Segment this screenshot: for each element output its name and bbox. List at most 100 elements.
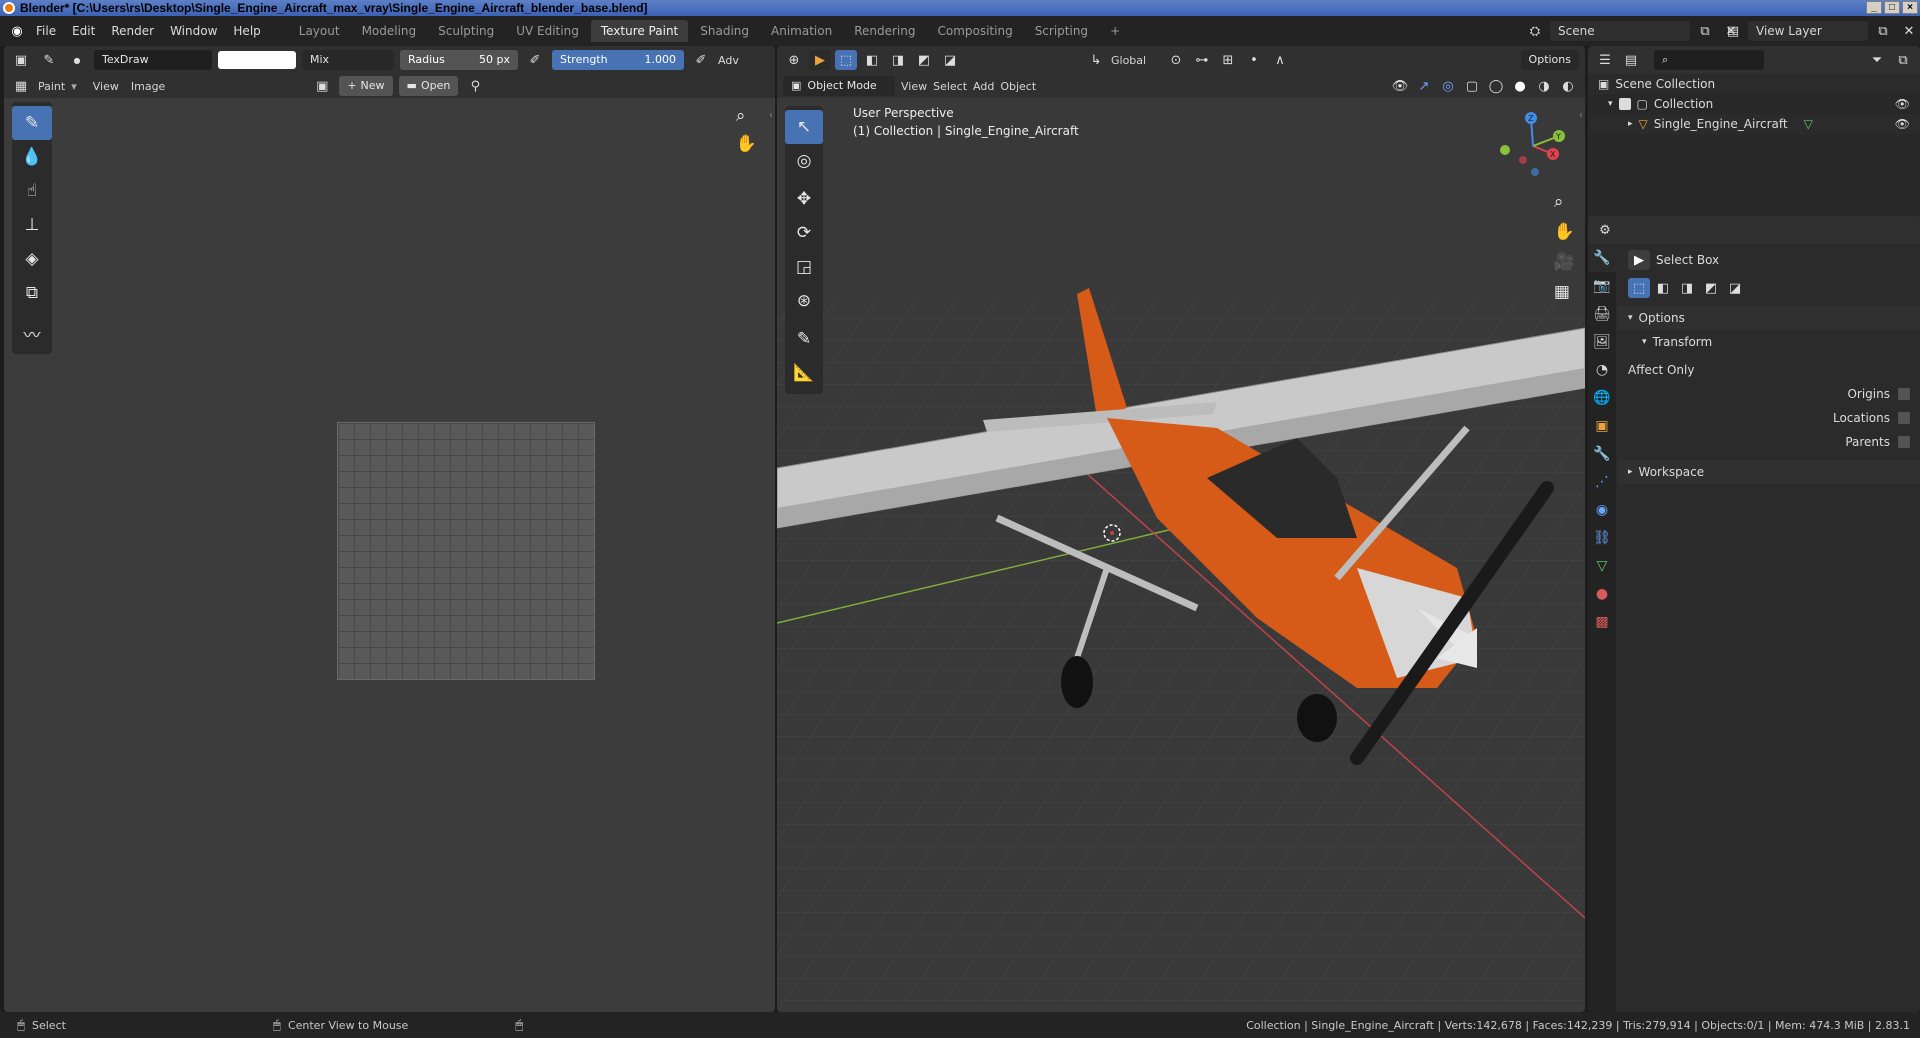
output-tab-icon[interactable]: 🖨	[1588, 300, 1616, 328]
transform-tool-icon[interactable]: ⊛	[785, 284, 823, 318]
gizmo-neg-x-icon[interactable]	[1519, 156, 1527, 164]
brush-name-field[interactable]: TexDraw	[94, 50, 212, 70]
scene-icon[interactable]: ⛭	[1524, 21, 1546, 41]
view-layer-tab-icon[interactable]: 🖼	[1588, 328, 1616, 356]
open-image-button[interactable]: ▬ Open	[398, 76, 459, 96]
viewport-menu-view[interactable]: View	[901, 80, 927, 93]
image-browse-icon[interactable]: ▣	[311, 76, 333, 96]
falloff-icon[interactable]: ∧	[1269, 50, 1291, 70]
mode-new-icon[interactable]: ⬚	[1628, 278, 1650, 298]
clone-tool-icon[interactable]: ⊥	[12, 208, 52, 242]
visibility-eye-icon[interactable]: 👁	[1895, 97, 1910, 111]
zoom-icon[interactable]: ⌕	[1554, 192, 1575, 212]
collection-checkbox[interactable]	[1618, 98, 1631, 110]
outliner-row-object[interactable]: ▸ ▽ Single_Engine_Aircraft ▽ 👁	[1588, 114, 1920, 134]
pivot-icon[interactable]: ⊙	[1165, 50, 1187, 70]
select-subtract-icon[interactable]: ◨	[887, 50, 909, 70]
new-image-button[interactable]: + New	[339, 76, 393, 96]
data-tab-icon[interactable]: ▽	[1588, 552, 1616, 580]
transform-orientation-select[interactable]: Global	[1111, 54, 1161, 67]
minimize-button[interactable]: _	[1866, 1, 1882, 14]
expand-arrow-icon[interactable]: ▸	[1628, 119, 1633, 129]
delete-view-layer-icon[interactable]: ✕	[1898, 21, 1920, 41]
collapse-sidebar-icon[interactable]: ‹	[1579, 110, 1583, 121]
select-invert-icon[interactable]: ◩	[913, 50, 935, 70]
tab-layout[interactable]: Layout	[289, 20, 350, 42]
collapse-sidebar-icon[interactable]: ‹	[769, 110, 773, 121]
rendered-shading-icon[interactable]: ◐	[1557, 76, 1579, 96]
particles-tab-icon[interactable]: ⋰	[1588, 468, 1616, 496]
select-intersect-icon[interactable]: ◪	[939, 50, 961, 70]
outliner-editor-type-icon[interactable]: ☰	[1594, 50, 1616, 70]
radius-pressure-icon[interactable]: ✐	[524, 50, 546, 70]
rotate-tool-icon[interactable]: ⟳	[785, 216, 823, 250]
material-tab-icon[interactable]: ●	[1588, 580, 1616, 608]
pan-hand-icon[interactable]: ✋	[736, 134, 757, 154]
constraints-tab-icon[interactable]: ⛓	[1588, 524, 1616, 552]
viewport-menu-object[interactable]: Object	[1000, 80, 1036, 93]
wireframe-shading-icon[interactable]: ◯	[1485, 76, 1507, 96]
maximize-button[interactable]: □	[1884, 1, 1900, 14]
menu-image[interactable]: Image	[131, 80, 165, 93]
camera-icon[interactable]: 🎥	[1554, 252, 1575, 272]
world-tab-icon[interactable]: 🌐	[1588, 384, 1616, 412]
zoom-icon[interactable]: ⌕	[736, 106, 757, 126]
object-tab-icon[interactable]: ▣	[1588, 412, 1616, 440]
blend-mode-select[interactable]: Mix	[302, 50, 394, 70]
transform-subpanel-header[interactable]: ▾ Transform	[1618, 330, 1920, 354]
tab-shading[interactable]: Shading	[690, 20, 759, 42]
view-layer-icon[interactable]: ▤	[1722, 21, 1744, 41]
mask-tool-icon[interactable]: ⧉	[12, 276, 52, 310]
brush-icon[interactable]: ✎	[38, 50, 60, 70]
outliner-row-collection[interactable]: ▾ ▢ Collection 👁	[1588, 94, 1920, 114]
tab-uv-editing[interactable]: UV Editing	[506, 20, 589, 42]
add-workspace-button[interactable]: +	[1100, 20, 1130, 42]
tab-sculpting[interactable]: Sculpting	[428, 20, 504, 42]
cursor-tool-icon[interactable]: ◎	[785, 144, 823, 178]
tab-modeling[interactable]: Modeling	[352, 20, 427, 42]
menu-help[interactable]: Help	[225, 24, 268, 38]
select-box-icon[interactable]: ▶	[1628, 250, 1650, 270]
gizmo-neg-z-icon[interactable]	[1531, 168, 1539, 176]
image-canvas[interactable]	[337, 422, 595, 680]
expand-arrow-icon[interactable]: ▾	[1608, 99, 1613, 109]
material-shading-icon[interactable]: ◑	[1533, 76, 1555, 96]
outliner-row-scene-collection[interactable]: ▣ Scene Collection	[1588, 74, 1920, 94]
strength-slider[interactable]: Strength 1.000	[552, 50, 684, 70]
gizmo-neg-y-icon[interactable]	[1500, 145, 1510, 155]
parents-checkbox[interactable]	[1898, 436, 1910, 448]
pan-hand-icon[interactable]: ✋	[1554, 222, 1575, 242]
viewport-menu-add[interactable]: Add	[973, 80, 994, 93]
tab-compositing[interactable]: Compositing	[927, 20, 1022, 42]
new-scene-icon[interactable]: ⧉	[1694, 21, 1716, 41]
scene-selector[interactable]: Scene	[1550, 21, 1690, 41]
soften-tool-icon[interactable]: 💧	[12, 140, 52, 174]
advanced-menu[interactable]: Adv	[718, 54, 739, 67]
annotate-tool-icon[interactable]: ✎	[785, 322, 823, 356]
orientation-icon[interactable]: ↳	[1085, 50, 1107, 70]
snap-icon[interactable]: ⊶	[1191, 50, 1213, 70]
new-collection-icon[interactable]: ⧉	[1892, 50, 1914, 70]
measure-tool-icon[interactable]: 📐	[785, 356, 823, 390]
close-button[interactable]: ×	[1902, 1, 1918, 14]
new-view-layer-icon[interactable]: ⧉	[1872, 21, 1894, 41]
select-box-tool-icon[interactable]: ▶	[809, 50, 831, 70]
view-layer-selector[interactable]: View Layer	[1748, 21, 1868, 41]
options-panel-header[interactable]: ▾ Options	[1618, 306, 1920, 330]
mode-intersect-icon[interactable]: ◪	[1724, 278, 1746, 298]
paint-mode-icon[interactable]: ▦	[10, 76, 32, 96]
radius-slider[interactable]: Radius 50 px	[400, 50, 518, 70]
gizmo-toggle-icon[interactable]: ↗	[1413, 76, 1435, 96]
outliner-search-input[interactable]: ⌕	[1654, 50, 1764, 70]
menu-render[interactable]: Render	[103, 24, 162, 38]
3d-viewport[interactable]: ⊕ ▶ ⬚ ◧ ◨ ◩ ◪ ↳ Global ⊙ ⊶ ⊞ • ∧ Options…	[777, 46, 1585, 1012]
object-mode-select[interactable]: ▣ Object Mode	[783, 76, 895, 96]
mode-subtract-icon[interactable]: ◨	[1676, 278, 1698, 298]
move-tool-icon[interactable]: ✥	[785, 182, 823, 216]
select-extend-icon[interactable]: ◧	[861, 50, 883, 70]
tab-scripting[interactable]: Scripting	[1025, 20, 1098, 42]
select-tool-icon[interactable]: ↖	[785, 110, 823, 144]
proportional-edit-icon[interactable]: •	[1243, 50, 1265, 70]
navigation-gizmo[interactable]: X Y Z	[1493, 106, 1573, 186]
scale-tool-icon[interactable]: ◲	[785, 250, 823, 284]
